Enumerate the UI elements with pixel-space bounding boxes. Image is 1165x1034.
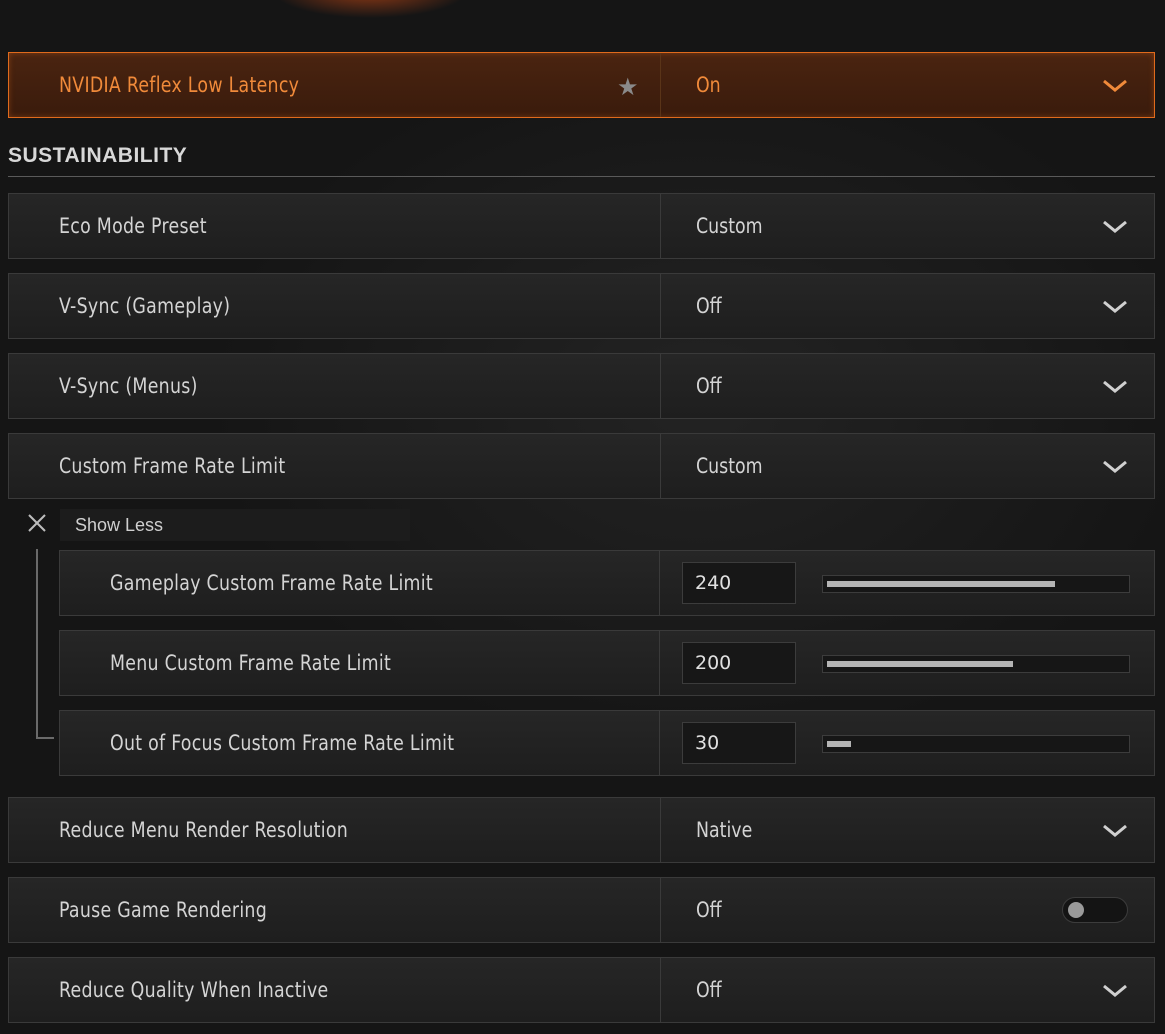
value-input[interactable]: 200 [682, 642, 796, 684]
chevron-down-icon[interactable] [1102, 458, 1128, 474]
setting-row-gameplay-fps[interactable]: Gameplay Custom Frame Rate Limit 240 [59, 550, 1155, 616]
divider [660, 194, 661, 258]
chevron-down-icon[interactable] [1102, 378, 1128, 394]
setting-label: NVIDIA Reflex Low Latency [59, 73, 300, 97]
toggle-knob [1068, 902, 1084, 918]
divider [660, 958, 661, 1022]
setting-value: Off [696, 294, 722, 318]
close-icon[interactable] [26, 512, 48, 534]
value-input[interactable]: 240 [682, 562, 796, 604]
chevron-down-icon[interactable] [1102, 822, 1128, 838]
setting-value: Off [696, 374, 722, 398]
setting-value: On [696, 73, 721, 97]
setting-row-custom-frame-rate[interactable]: Custom Frame Rate Limit Custom [8, 433, 1155, 499]
setting-row-nvidia-reflex[interactable]: NVIDIA Reflex Low Latency ★ On [8, 52, 1155, 118]
toggle-switch[interactable] [1062, 897, 1128, 923]
setting-row-menu-fps[interactable]: Menu Custom Frame Rate Limit 200 [59, 630, 1155, 696]
setting-value: Native [696, 818, 753, 842]
setting-row-out-of-focus-fps[interactable]: Out of Focus Custom Frame Rate Limit 30 [59, 710, 1155, 776]
chevron-down-icon[interactable] [1102, 77, 1128, 93]
divider [660, 434, 661, 498]
divider [660, 53, 661, 117]
group-bracket [36, 549, 54, 739]
section-divider [8, 176, 1155, 177]
setting-label: Out of Focus Custom Frame Rate Limit [110, 731, 455, 755]
setting-row-eco-mode[interactable]: Eco Mode Preset Custom [8, 193, 1155, 259]
setting-label: Pause Game Rendering [59, 898, 268, 922]
setting-row-pause-game-rendering[interactable]: Pause Game Rendering Off [8, 877, 1155, 943]
setting-row-vsync-gameplay[interactable]: V-Sync (Gameplay) Off [8, 273, 1155, 339]
setting-label: Custom Frame Rate Limit [59, 454, 286, 478]
frame-rate-slider[interactable] [822, 655, 1130, 673]
frame-rate-slider[interactable] [822, 735, 1130, 753]
frame-rate-slider[interactable] [822, 575, 1130, 593]
divider [660, 798, 661, 862]
star-icon[interactable]: ★ [617, 73, 639, 101]
divider [660, 354, 661, 418]
setting-row-vsync-menus[interactable]: V-Sync (Menus) Off [8, 353, 1155, 419]
setting-value: Off [696, 898, 722, 922]
chevron-down-icon[interactable] [1102, 982, 1128, 998]
divider [659, 631, 660, 695]
chevron-down-icon[interactable] [1102, 298, 1128, 314]
chevron-down-icon[interactable] [1102, 218, 1128, 234]
section-title: SUSTAINABILITY [8, 144, 188, 167]
slider-fill [827, 581, 1055, 587]
value-input[interactable]: 30 [682, 722, 796, 764]
divider [660, 878, 661, 942]
setting-label: Reduce Quality When Inactive [59, 978, 329, 1002]
divider [660, 274, 661, 338]
setting-label: Gameplay Custom Frame Rate Limit [110, 571, 433, 595]
setting-row-reduce-quality-inactive[interactable]: Reduce Quality When Inactive Off [8, 957, 1155, 1023]
setting-label: V-Sync (Gameplay) [59, 294, 231, 318]
show-less-button[interactable]: Show Less [60, 509, 410, 541]
setting-value: Custom [696, 454, 763, 478]
setting-label: Reduce Menu Render Resolution [59, 818, 349, 842]
divider [659, 711, 660, 775]
setting-label: Menu Custom Frame Rate Limit [110, 651, 392, 675]
slider-fill [827, 661, 1013, 667]
setting-row-menu-render-resolution[interactable]: Reduce Menu Render Resolution Native [8, 797, 1155, 863]
setting-value: Custom [696, 214, 763, 238]
setting-label: V-Sync (Menus) [59, 374, 198, 398]
divider [659, 551, 660, 615]
setting-value: Off [696, 978, 722, 1002]
setting-label: Eco Mode Preset [59, 214, 207, 238]
slider-fill [827, 741, 851, 747]
